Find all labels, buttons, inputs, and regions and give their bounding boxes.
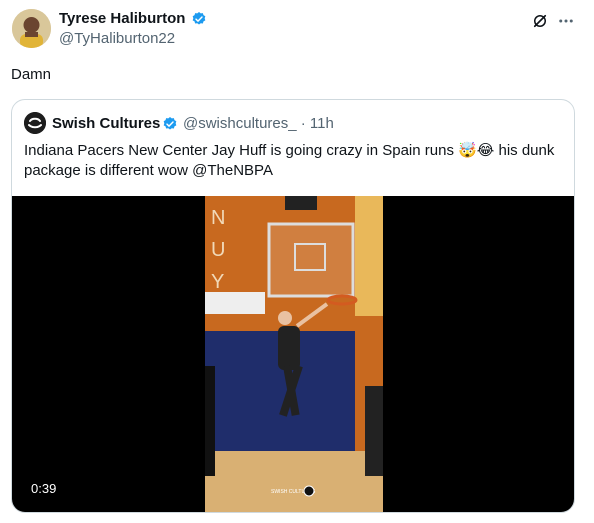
author-avatar[interactable] (12, 9, 51, 48)
author-handle[interactable]: @TyHaliburton22 (59, 30, 175, 47)
more-icon[interactable] (557, 12, 575, 30)
quoted-tweet-text: Indiana Pacers New Center Jay Huff is go… (24, 141, 564, 181)
wall-letter-3: Y (211, 271, 224, 293)
grok-icon[interactable] (531, 12, 549, 30)
quoted-author-avatar[interactable] (24, 112, 46, 134)
video-frame: N U Y SWISH CULTURES (205, 196, 383, 512)
verified-badge-icon (192, 12, 206, 25)
author-name[interactable]: Tyrese Haliburton (59, 10, 185, 27)
quoted-author-name[interactable]: Swish Cultures (52, 115, 160, 132)
video-duration: 0:39 (25, 479, 63, 498)
quoted-tweet-card[interactable]: Swish Cultures @swishcultures_ · 11h Ind… (11, 99, 575, 513)
quoted-text-part1: Indiana Pacers New Center Jay Huff is go… (24, 142, 459, 159)
emoji: 🤯😂 (458, 142, 495, 159)
wall-letter-1: N (211, 207, 225, 229)
wall-letter-2: U (211, 239, 225, 261)
quoted-author-meta[interactable]: @swishcultures_ · 11h (183, 115, 334, 132)
video-player[interactable]: N U Y SWISH CULTURES 0:39 (12, 196, 574, 512)
tweet-text: Damn (11, 66, 52, 83)
verified-badge-icon (163, 117, 177, 130)
